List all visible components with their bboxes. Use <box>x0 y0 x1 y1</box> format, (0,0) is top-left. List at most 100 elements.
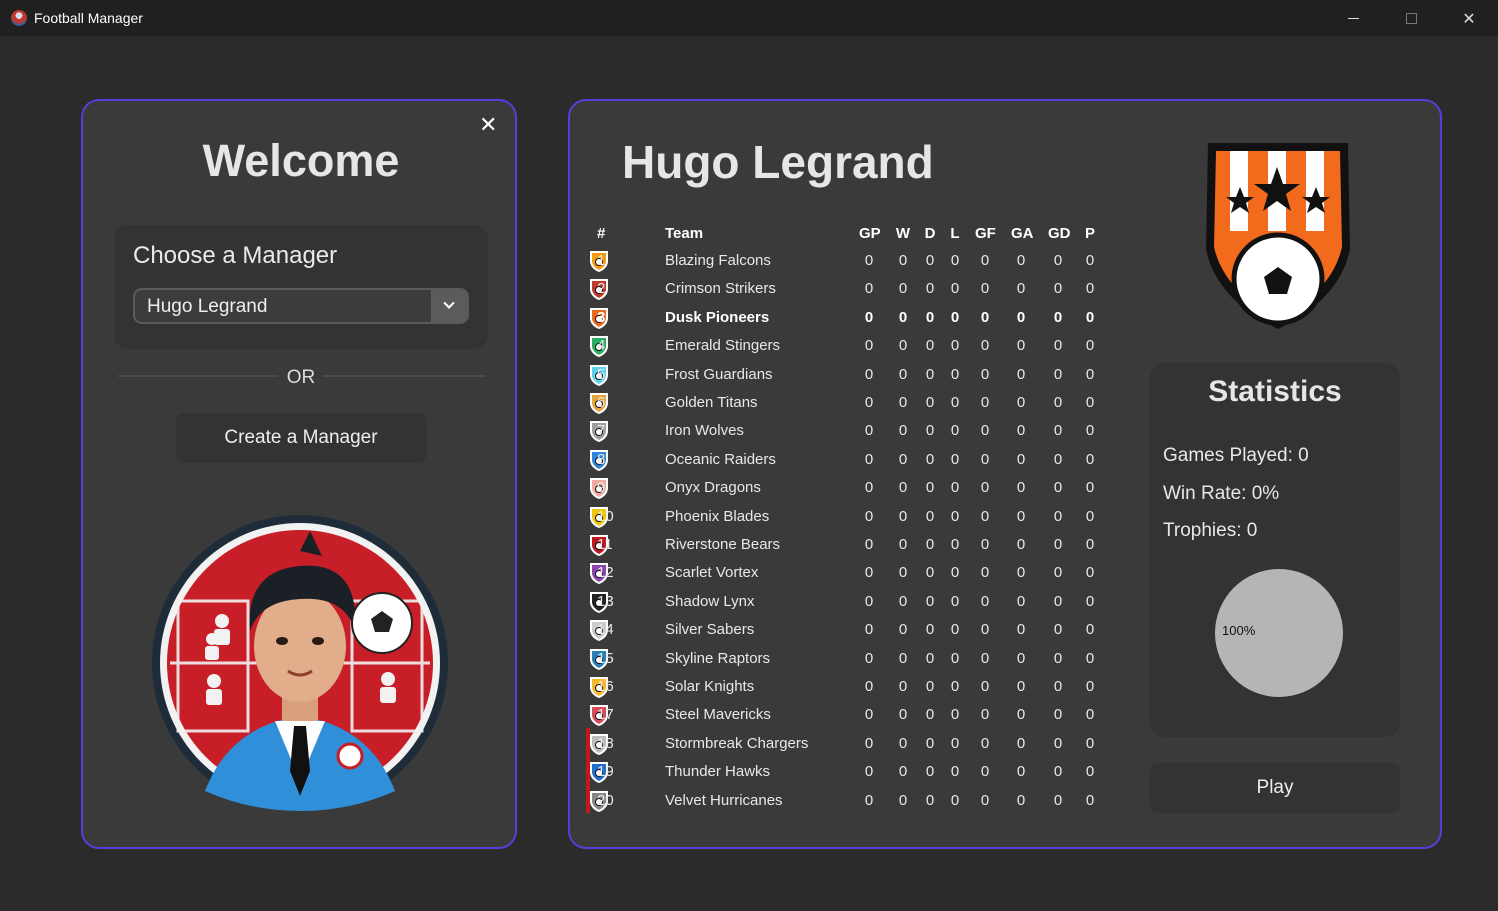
table-row[interactable]: 13 Shadow Lynx 0 0 0 0 0 0 0 0 <box>587 590 1107 614</box>
stat-gd: 0 <box>1053 280 1063 298</box>
relegation-zone-marker <box>586 728 590 813</box>
stat-d: 0 <box>925 252 935 269</box>
minimize-button[interactable] <box>1324 0 1382 36</box>
table-row[interactable]: 15 Skyline Raptors 0 0 0 0 0 0 0 0 <box>587 647 1107 671</box>
dropdown-button[interactable] <box>431 290 467 322</box>
row-position: 6 <box>597 394 606 411</box>
stat-gp: 0 <box>864 252 874 269</box>
stat-ga: 0 <box>1016 308 1026 326</box>
row-position: 11 <box>597 536 613 553</box>
header-pos: # <box>597 225 606 242</box>
stat-ga: 0 <box>1016 422 1026 440</box>
table-row[interactable]: 10 Phoenix Blades 0 0 0 0 0 0 0 0 <box>587 505 1107 529</box>
create-manager-button[interactable]: Create a Manager <box>176 413 426 463</box>
stat-ga: 0 <box>1016 394 1026 411</box>
table-row[interactable]: 17 Steel Mavericks 0 0 0 0 0 0 0 0 <box>587 703 1107 727</box>
stat-w: 0 <box>898 308 908 326</box>
team-name: Frost Guardians <box>665 365 773 383</box>
stat-l: 0 <box>950 308 960 326</box>
stat-d: 0 <box>925 280 935 298</box>
stat-gd: 0 <box>1053 422 1063 440</box>
stat-w: 0 <box>898 734 908 752</box>
stat-l: 0 <box>950 791 960 809</box>
table-row[interactable]: 5 Frost Guardians 0 0 0 0 0 0 0 0 <box>587 363 1107 387</box>
stat-l: 0 <box>950 649 960 667</box>
table-row[interactable]: 2 Crimson Strikers 0 0 0 0 0 0 0 0 <box>587 277 1107 301</box>
stat-gp: 0 <box>864 763 874 781</box>
stat-gd: 0 <box>1053 337 1063 355</box>
stat-w: 0 <box>898 763 908 781</box>
stat-p: 0 <box>1085 365 1095 383</box>
stat-w: 0 <box>898 592 908 610</box>
stat-gp: 0 <box>864 450 874 468</box>
table-row[interactable]: 1 Blazing Falcons 0 0 0 0 0 0 0 0 <box>587 249 1107 273</box>
stat-d: 0 <box>925 365 935 383</box>
table-row[interactable]: 7 Iron Wolves 0 0 0 0 0 0 0 0 <box>587 419 1107 443</box>
header-w: W <box>895 225 911 242</box>
table-header: # Team GP W D L GF GA GD P <box>587 222 1107 246</box>
stat-ga: 0 <box>1016 763 1026 781</box>
stat-ga: 0 <box>1016 252 1026 269</box>
table-row[interactable]: 14 Silver Sabers 0 0 0 0 0 0 0 0 <box>587 618 1107 642</box>
stat-l: 0 <box>950 507 960 525</box>
stat-d: 0 <box>925 422 935 440</box>
stat-d: 0 <box>925 734 935 752</box>
team-crest-icon <box>1206 143 1350 329</box>
table-row[interactable]: 9 Onyx Dragons 0 0 0 0 0 0 0 0 <box>587 476 1107 500</box>
team-name: Golden Titans <box>665 394 758 411</box>
play-button[interactable]: Play <box>1150 763 1400 813</box>
row-position: 4 <box>597 337 606 355</box>
stat-p: 0 <box>1085 791 1095 809</box>
stat-p: 0 <box>1085 507 1095 525</box>
table-row[interactable]: 6 Golden Titans 0 0 0 0 0 0 0 0 <box>587 391 1107 415</box>
stat-p: 0 <box>1085 280 1095 298</box>
table-row[interactable]: 16 Solar Knights 0 0 0 0 0 0 0 0 <box>587 675 1107 699</box>
stat-gd: 0 <box>1053 706 1063 724</box>
table-row[interactable]: 3 Dusk Pioneers 0 0 0 0 0 0 0 0 <box>587 306 1107 330</box>
stat-d: 0 <box>925 706 935 724</box>
maximize-icon <box>1405 12 1417 24</box>
close-icon: ✕ <box>1462 8 1476 28</box>
row-position: 7 <box>597 422 606 440</box>
team-name: Thunder Hawks <box>665 763 771 781</box>
stat-p: 0 <box>1085 308 1095 326</box>
table-row[interactable]: 4 Emerald Stingers 0 0 0 0 0 0 0 0 <box>587 334 1107 358</box>
stat-w: 0 <box>898 479 908 497</box>
close-window-button[interactable]: ✕ <box>1440 0 1498 36</box>
stat-p: 0 <box>1085 649 1095 667</box>
row-position: 18 <box>597 734 614 752</box>
header-d: D <box>924 225 936 242</box>
row-position: 20 <box>597 791 614 809</box>
stat-gp: 0 <box>864 337 874 355</box>
stat-l: 0 <box>950 621 960 639</box>
maximize-button[interactable] <box>1382 0 1440 36</box>
welcome-heading: Welcome <box>202 135 400 186</box>
win-rate-pie-chart: 100% <box>1215 569 1343 697</box>
minimize-icon <box>1347 17 1359 19</box>
stat-w: 0 <box>898 422 908 440</box>
choose-manager-card: Choose a Manager Hugo Legrand <box>114 225 488 349</box>
chevron-down-icon <box>443 297 455 309</box>
stat-gf: 0 <box>980 536 990 553</box>
header-l: L <box>950 225 960 242</box>
table-row[interactable]: 11 Riverstone Bears 0 0 0 0 0 0 0 0 <box>587 533 1107 557</box>
table-row[interactable]: 8 Oceanic Raiders 0 0 0 0 0 0 0 0 <box>587 448 1107 472</box>
window-title: Football Manager <box>34 10 143 26</box>
stat-w: 0 <box>898 621 908 639</box>
manager-select[interactable]: Hugo Legrand <box>133 288 469 324</box>
games-played-stat: Games Played: 0 <box>1163 445 1309 466</box>
stat-gf: 0 <box>980 706 990 724</box>
table-row[interactable]: 12 Scarlet Vortex 0 0 0 0 0 0 0 0 <box>587 561 1107 585</box>
table-row[interactable]: 18 Stormbreak Chargers 0 0 0 0 0 0 0 0 <box>587 732 1107 756</box>
team-name: Solar Knights <box>665 678 755 695</box>
stat-gf: 0 <box>980 678 990 695</box>
table-row[interactable]: 19 Thunder Hawks 0 0 0 0 0 0 0 0 <box>587 760 1107 784</box>
stat-gf: 0 <box>980 280 990 298</box>
table-row[interactable]: 20 Velvet Hurricanes 0 0 0 0 0 0 0 0 <box>587 789 1107 813</box>
stat-gd: 0 <box>1053 479 1063 497</box>
stat-gp: 0 <box>864 308 874 326</box>
stat-gp: 0 <box>864 507 874 525</box>
stat-w: 0 <box>898 678 908 695</box>
stat-p: 0 <box>1085 592 1095 610</box>
stat-w: 0 <box>898 337 908 355</box>
